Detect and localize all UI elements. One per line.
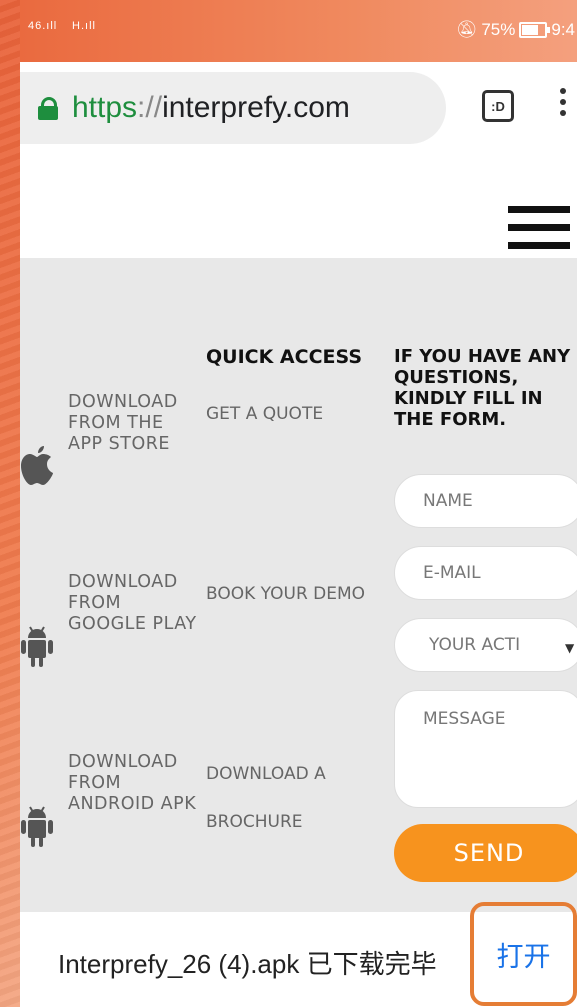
url-bar[interactable]: https://interprefy.com [20,72,446,144]
battery-percent: 75% [481,20,516,39]
status-bar: 46.ıll H.ıll 🔕︎ 75% 9:4 [20,0,577,62]
open-file-button[interactable]: 打开 [470,902,577,1006]
site-header [20,158,577,256]
download-app-store-link[interactable]: DOWNLOAD FROM THE APP STORE [68,392,198,455]
url-text: https://interprefy.com [72,91,350,124]
dropdown-arrow-icon: ▼ [565,641,575,655]
more-menu-icon[interactable] [560,88,568,122]
tab-switcher-button[interactable]: :D [482,90,514,122]
download-brochure-link-line1[interactable]: DOWNLOAD A [206,764,326,784]
activity-select[interactable]: YOUR ACTI ▼ [394,618,577,672]
download-brochure-link-line2[interactable]: BROCHURE [206,812,303,832]
mute-icon: 🔕︎ [455,20,478,39]
send-button[interactable]: SEND [394,824,577,882]
download-android-apk-link[interactable]: DOWNLOAD FROM ANDROID APK [68,752,198,815]
quick-access-title: QUICK ACCESS [206,346,363,368]
name-input[interactable]: NAME [394,474,577,528]
download-google-play-link[interactable]: DOWNLOAD FROM GOOGLE PLAY [68,572,198,635]
email-input[interactable]: E-MAIL [394,546,577,600]
get-a-quote-link[interactable]: GET A QUOTE [206,404,323,424]
download-message: Interprefy_26 (4).apk 已下载完毕 [58,949,437,979]
form-title: IF YOU HAVE ANY QUESTIONS, KINDLY FILL I… [394,346,571,430]
browser-toolbar: https://interprefy.com :D [20,62,577,159]
android-icon [21,626,53,667]
apple-icon [21,446,53,485]
hamburger-menu-icon[interactable] [508,206,570,256]
site-footer: QUICK ACCESS IF YOU HAVE ANY QUESTIONS, … [20,258,577,912]
lock-icon [38,97,58,120]
book-your-demo-link[interactable]: BOOK YOUR DEMO [206,584,365,604]
message-textarea[interactable]: MESSAGE [394,690,577,808]
android-icon [21,806,53,847]
clock: 9:4 [551,20,575,39]
phone-screen: 46.ıll H.ıll 🔕︎ 75% 9:4 https://interpre… [20,0,577,1007]
status-right: 🔕︎ 75% 9:4 [456,20,575,40]
battery-icon [519,22,551,38]
signal-indicator-2: H.ıll [72,20,96,32]
signal-indicator-1: 46.ıll [28,20,58,32]
activity-select-value: YOUR ACTI [429,635,521,655]
download-complete-bar: Interprefy_26 (4).apk 已下载完毕 打开 [20,902,577,1007]
